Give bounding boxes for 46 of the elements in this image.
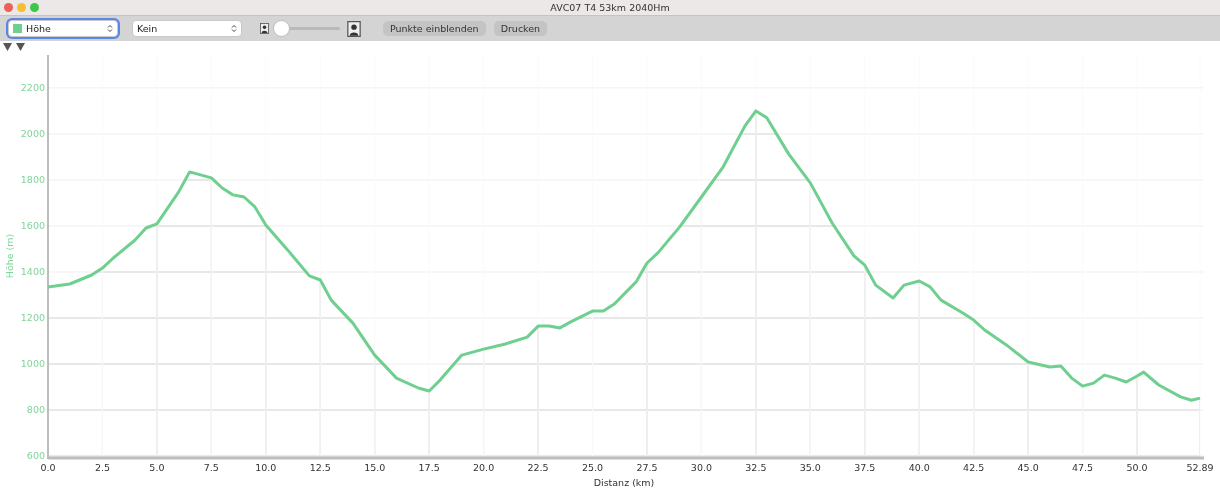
x-tick-label: 42.5 xyxy=(963,462,985,473)
x-tick-label: 5.0 xyxy=(149,462,165,473)
x-tick-label: 17.5 xyxy=(418,462,440,473)
x-tick-label: 30.0 xyxy=(690,462,712,473)
zoom-button[interactable] xyxy=(30,3,39,12)
x-axis-label: Distanz (km) xyxy=(593,477,655,488)
y-tick-label: 1000 xyxy=(20,358,45,370)
y-tick-label: 800 xyxy=(26,404,45,416)
portrait-icon[interactable] xyxy=(260,23,269,34)
x-tick-label: 50.0 xyxy=(1126,462,1148,473)
window-title: AVC07 T4 53km 2040Hm xyxy=(550,1,670,15)
chevron-icon xyxy=(107,24,113,33)
y-tick-label: 1800 xyxy=(20,173,45,185)
x-tick-label: 47.5 xyxy=(1072,462,1094,473)
x-tick-label: 22.5 xyxy=(527,462,549,473)
toolbar-button[interactable]: Drucken xyxy=(493,21,548,36)
x-tick-label: 35.0 xyxy=(799,462,821,473)
x-tick-label: 32.5 xyxy=(745,462,767,473)
x-tick-label: 0.0 xyxy=(40,462,56,473)
dropdown[interactable]: Kein xyxy=(132,20,242,37)
x-tick-label: 37.5 xyxy=(854,462,876,473)
x-tick-label: 7.5 xyxy=(203,462,219,473)
x-tick-label: 40.0 xyxy=(908,462,930,473)
dropdown[interactable]: Höhe xyxy=(8,20,118,37)
portrait-icon[interactable] xyxy=(347,20,361,37)
x-tick-label: 2.5 xyxy=(94,462,110,473)
x-tick-label: 25.0 xyxy=(581,462,604,473)
minimize-button[interactable] xyxy=(17,3,26,12)
y-axis-label: Höhe (m) xyxy=(4,233,15,279)
x-tick-label: 20.0 xyxy=(473,462,495,473)
y-tick-label: 600 xyxy=(26,450,45,462)
toolbar-button[interactable]: Punkte einblenden xyxy=(383,21,486,36)
x-tick-label: 52.89 xyxy=(1186,462,1214,473)
x-tick-label: 27.5 xyxy=(636,462,658,473)
y-tick-label: 2000 xyxy=(20,127,45,139)
y-tick-label: 1400 xyxy=(20,266,45,277)
x-tick-label: 12.5 xyxy=(309,462,331,473)
close-button[interactable] xyxy=(4,3,13,12)
y-tick-label: 2200 xyxy=(20,81,45,93)
x-tick-label: 10.0 xyxy=(255,462,277,473)
chevron-icon xyxy=(231,24,237,33)
x-tick-label: 45.0 xyxy=(1017,462,1039,473)
x-tick-label: 15.0 xyxy=(364,462,386,473)
y-tick-label: 1600 xyxy=(20,219,45,231)
y-tick-label: 1200 xyxy=(20,312,45,323)
slider-thumb[interactable] xyxy=(273,20,290,37)
